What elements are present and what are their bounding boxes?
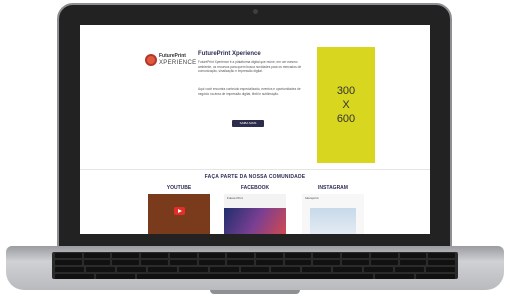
youtube-column: YOUTUBE xyxy=(148,185,210,234)
promo-paragraph-2: Aqui você encontra conteúdo especializad… xyxy=(198,87,301,96)
logo-text-1: FuturePrint xyxy=(159,53,186,59)
webcam-icon xyxy=(253,9,258,14)
facebook-cover-image xyxy=(224,208,286,234)
instagram-post-image xyxy=(310,208,356,234)
laptop-frame: FuturePrint XPERIENCE FuturePrint Xperie… xyxy=(0,0,510,297)
instagram-account-name: futureprint xyxy=(305,196,319,200)
instagram-label: INSTAGRAM xyxy=(318,185,348,191)
play-triangle-icon xyxy=(178,209,182,213)
logo-mark xyxy=(145,54,157,66)
ad-width: 300 xyxy=(336,85,356,97)
logo-text-2: XPERIENCE xyxy=(159,60,197,66)
ad-x: X xyxy=(342,99,350,111)
laptop-foot xyxy=(210,290,300,294)
instagram-feed-preview[interactable]: futureprint xyxy=(302,194,364,234)
promo-title: FuturePrint Xperience xyxy=(198,51,261,57)
facebook-column: FACEBOOK Future Print xyxy=(224,185,286,234)
instagram-column: INSTAGRAM futureprint xyxy=(302,185,364,234)
facebook-page-preview[interactable]: Future Print xyxy=(224,194,286,234)
section-divider xyxy=(80,169,430,170)
keyboard xyxy=(52,252,458,279)
ad-height: 600 xyxy=(336,113,356,125)
youtube-video-thumbnail[interactable] xyxy=(148,194,210,234)
futureprint-logo-icon: FuturePrint XPERIENCE xyxy=(145,51,197,71)
youtube-label: YOUTUBE xyxy=(166,185,192,191)
ad-banner-300x600[interactable]: 300 X 600 xyxy=(317,47,375,163)
promo-section: FuturePrint XPERIENCE FuturePrint Xperie… xyxy=(142,41,375,163)
promo-paragraph-1: FuturePrint Xperience é a plataforma dig… xyxy=(198,60,302,74)
community-title: FAÇA PARTE DA NOSSA COMUNIDADE xyxy=(204,174,306,180)
facebook-label: FACEBOOK xyxy=(240,185,270,191)
learn-more-button[interactable]: SAIBA MAIS xyxy=(232,120,264,127)
facebook-page-name: Future Print xyxy=(227,196,243,200)
screen: FuturePrint XPERIENCE FuturePrint Xperie… xyxy=(80,25,430,234)
